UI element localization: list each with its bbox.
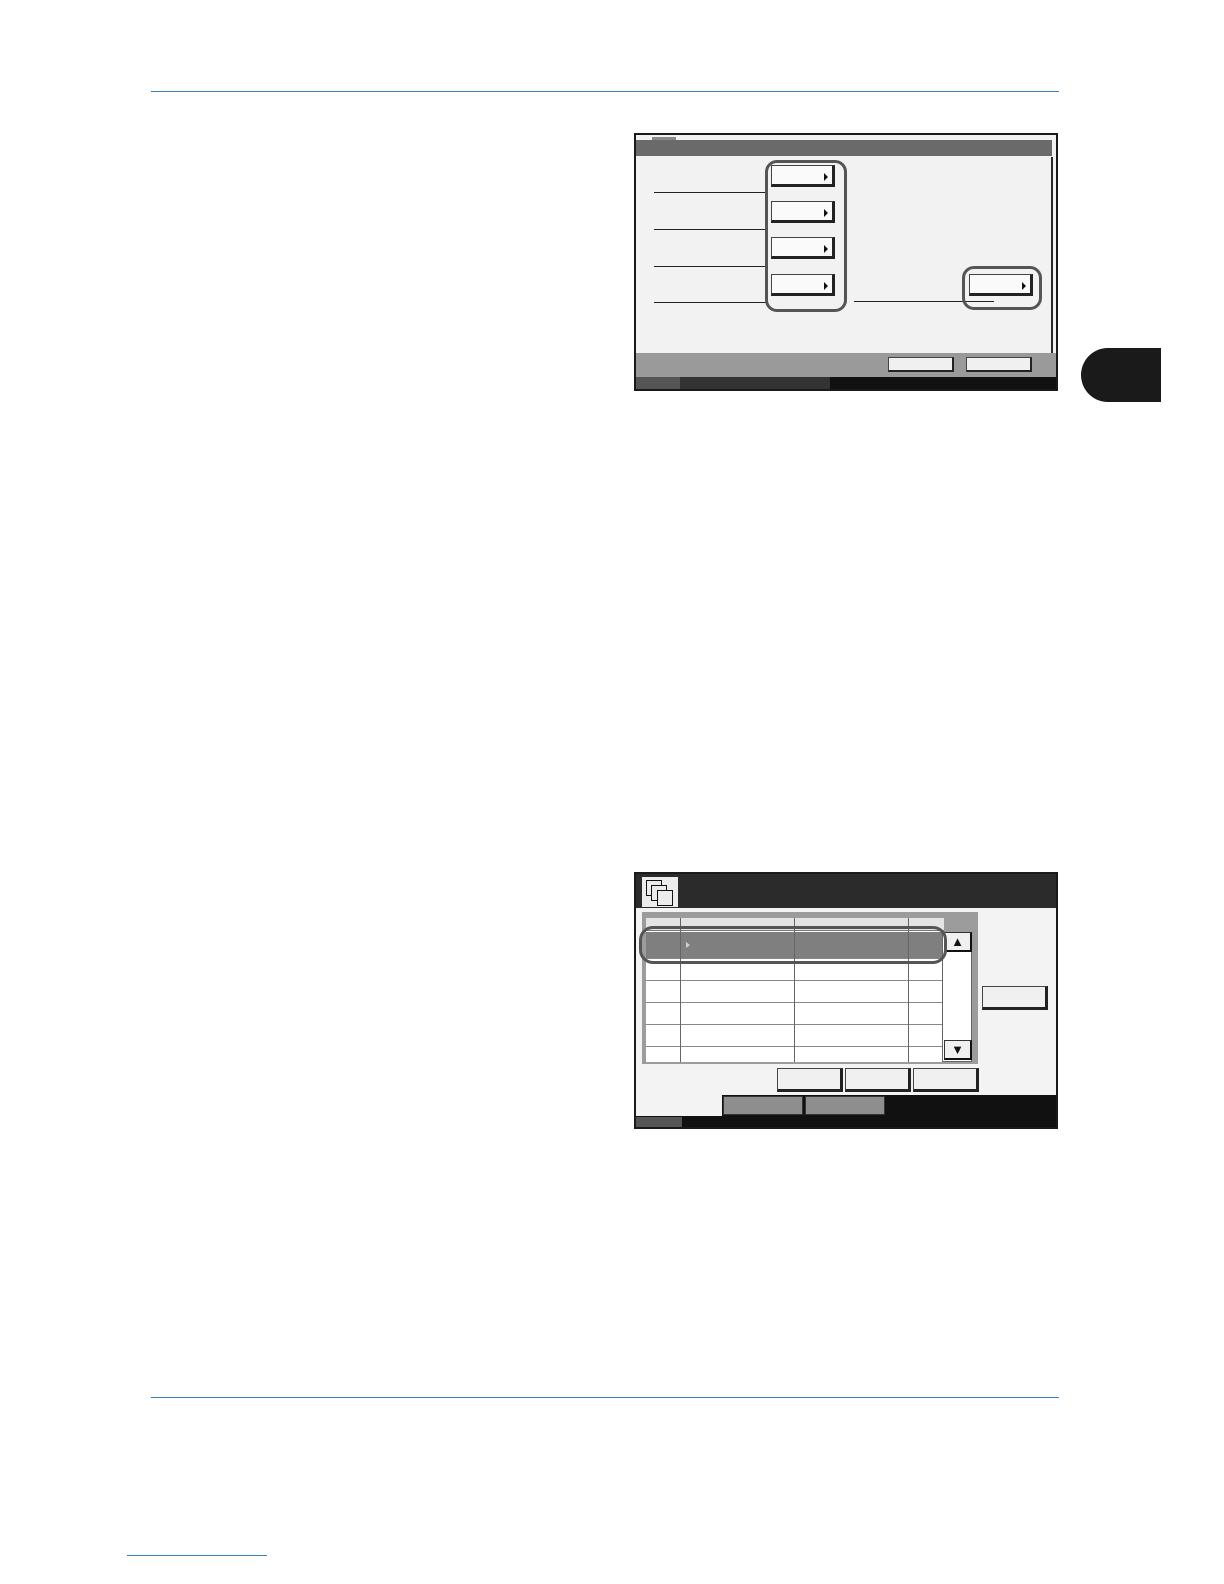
down-arrow-icon: ▼ — [951, 1042, 964, 1057]
up-arrow-icon: ▲ — [951, 934, 964, 949]
table-row[interactable] — [646, 1002, 944, 1003]
highlight-outline — [639, 926, 947, 964]
screen-right-edge — [1051, 157, 1053, 367]
table-row[interactable] — [646, 980, 944, 981]
footer-rule — [151, 1397, 1059, 1398]
highlight-outline — [962, 266, 1042, 310]
table-row[interactable] — [646, 1046, 944, 1047]
status-segment — [636, 377, 680, 389]
setting-row-line — [654, 302, 768, 303]
highlight-outline — [765, 160, 847, 312]
setting-row-line — [654, 192, 768, 193]
footnote-rule — [127, 1555, 267, 1556]
document-box-icon — [642, 877, 678, 907]
screen-title-bar — [636, 140, 1052, 156]
action-button-1[interactable] — [777, 1068, 843, 1092]
box-list-screen-illustration: ▲ ▼ — [634, 872, 1058, 1129]
action-button-2[interactable] — [845, 1068, 911, 1092]
side-button[interactable] — [982, 986, 1048, 1010]
chapter-tab-marker — [1081, 348, 1161, 402]
screen-header-bar — [636, 874, 1056, 908]
scroll-down-button[interactable]: ▼ — [944, 1040, 972, 1060]
bottom-button-2[interactable] — [966, 357, 1032, 372]
status-segment — [636, 1117, 682, 1127]
settings-screen-illustration — [634, 133, 1058, 391]
table-row[interactable] — [646, 1024, 944, 1025]
status-segment — [680, 377, 830, 389]
footer-tab-2[interactable] — [805, 1096, 885, 1115]
footer-tab-1[interactable] — [723, 1096, 803, 1115]
header-rule — [151, 91, 1059, 92]
scroll-up-button[interactable]: ▲ — [944, 932, 972, 952]
setting-row-line — [654, 266, 768, 267]
setting-row-line — [654, 229, 768, 230]
bottom-button-1[interactable] — [888, 357, 954, 372]
footer-blank-area — [636, 1095, 722, 1116]
action-button-3[interactable] — [913, 1068, 979, 1092]
